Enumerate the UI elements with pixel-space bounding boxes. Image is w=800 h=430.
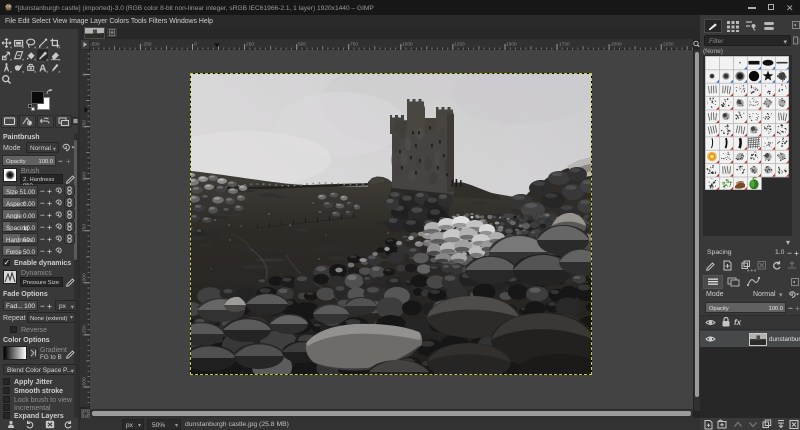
svg-text:1000: 1000: [82, 273, 88, 284]
svg-text:-250: -250: [142, 42, 152, 48]
svg-text:1500: 1500: [82, 377, 88, 388]
svg-text:-500: -500: [90, 42, 100, 48]
svg-text:0: 0: [194, 42, 197, 48]
svg-text:1250: 1250: [82, 325, 88, 336]
svg-text:250: 250: [246, 42, 254, 48]
svg-text:1500: 1500: [506, 42, 517, 48]
svg-text:750: 750: [350, 42, 358, 48]
svg-text:i: i: [28, 121, 29, 126]
svg-text:1000: 1000: [402, 42, 413, 48]
svg-text:500: 500: [298, 42, 306, 48]
svg-text:2250: 2250: [663, 42, 674, 48]
svg-text:250: 250: [82, 120, 88, 128]
svg-text:2000: 2000: [611, 42, 622, 48]
svg-text:1250: 1250: [454, 42, 465, 48]
svg-text:500: 500: [82, 172, 88, 180]
svg-text:A: A: [39, 63, 46, 74]
svg-text:0: 0: [82, 73, 88, 76]
svg-text:750: 750: [82, 224, 88, 232]
svg-text:1750: 1750: [559, 42, 570, 48]
